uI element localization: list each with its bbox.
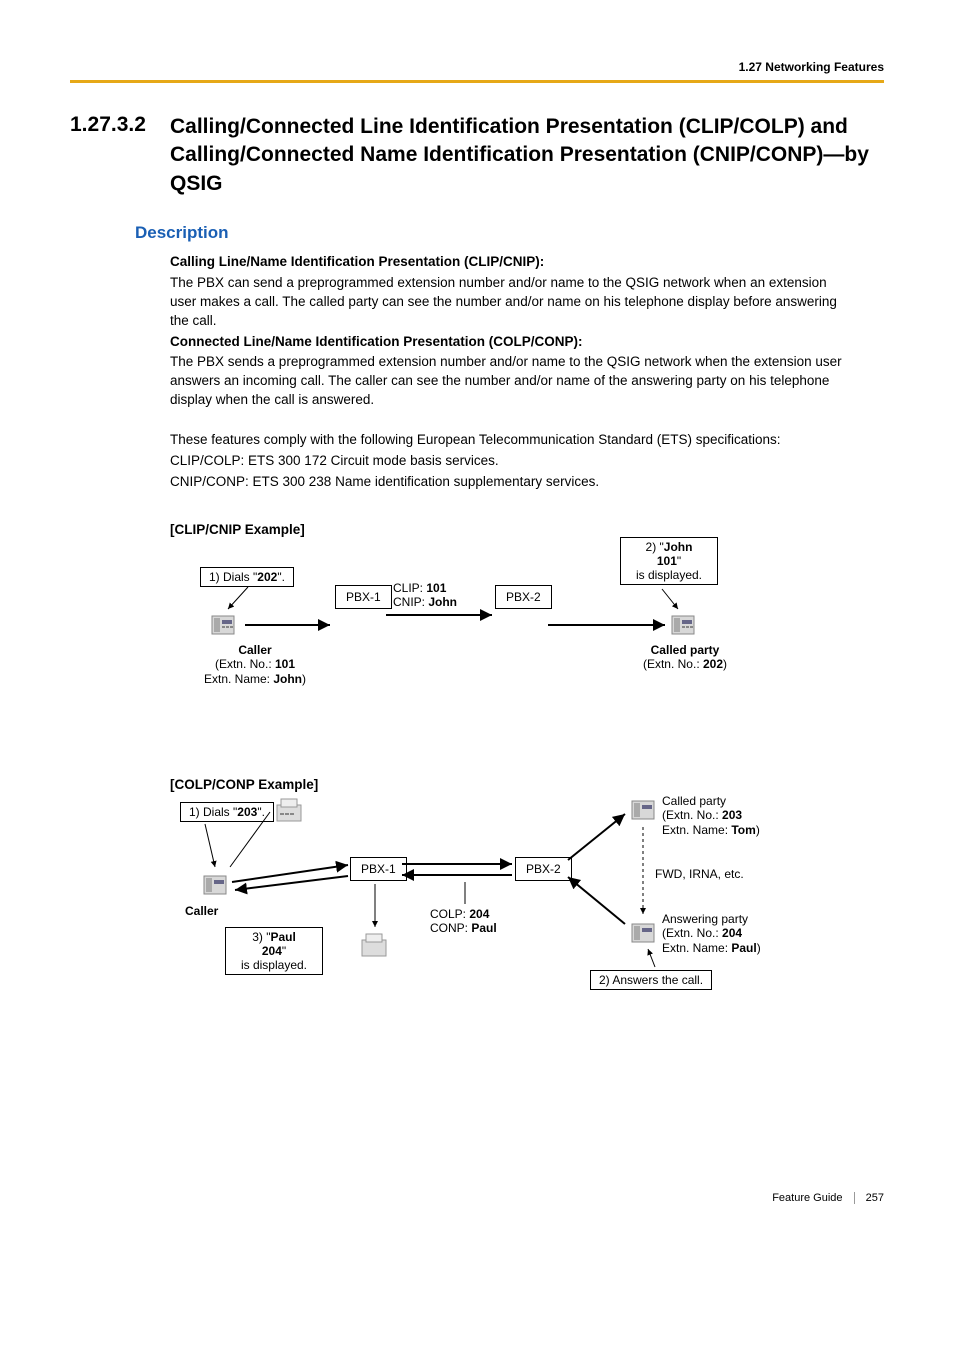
caller-label-2: Caller bbox=[185, 904, 245, 918]
answering-label: Answering party (Extn. No.: 204 Extn. Na… bbox=[662, 912, 802, 955]
description-heading: Description bbox=[135, 223, 884, 243]
footer-guide: Feature Guide bbox=[772, 1192, 842, 1204]
clip-cnip-diagram: 1) Dials "202". 2) "John 101" is display… bbox=[170, 547, 884, 747]
called-party-label-2: Called party (Extn. No.: 203 Extn. Name:… bbox=[662, 794, 802, 837]
spec2: CNIP/CONP: ETS 300 238 Name identificati… bbox=[170, 473, 850, 492]
colp-conp-diagram: 1) Dials "203". PBX-1 PBX-2 COLP: 204 CO… bbox=[170, 802, 884, 1032]
fwd-label: FWD, IRNA, etc. bbox=[655, 867, 744, 881]
step3-box: 3) "Paul 204" is displayed. bbox=[225, 927, 323, 975]
compliance-text: These features comply with the following… bbox=[170, 431, 850, 450]
clip-title: Calling Line/Name Identification Present… bbox=[170, 253, 850, 272]
page-footer: Feature Guide 257 bbox=[70, 1192, 884, 1204]
breadcrumb: 1.27 Networking Features bbox=[739, 60, 884, 74]
step2-box-2: 2) Answers the call. bbox=[590, 970, 712, 990]
footer-page: 257 bbox=[866, 1192, 884, 1204]
example1-heading: [CLIP/CNIP Example] bbox=[170, 522, 884, 537]
example2-heading: [COLP/CONP Example] bbox=[170, 777, 884, 792]
colp-title: Connected Line/Name Identification Prese… bbox=[170, 333, 850, 352]
section-number: 1.27.3.2 bbox=[70, 113, 170, 137]
clip-text: The PBX can send a preprogrammed extensi… bbox=[170, 274, 850, 331]
footer-separator bbox=[854, 1192, 855, 1204]
page-header: 1.27 Networking Features bbox=[70, 60, 884, 83]
spec1: CLIP/COLP: ETS 300 172 Circuit mode basi… bbox=[170, 452, 850, 471]
called-label: Called party (Extn. No.: 202) bbox=[620, 643, 750, 672]
section-title: Calling/Connected Line Identification Pr… bbox=[170, 113, 884, 198]
description-body: Calling Line/Name Identification Present… bbox=[170, 253, 850, 492]
colp-text: The PBX sends a preprogrammed extension … bbox=[170, 353, 850, 410]
section-heading-row: 1.27.3.2 Calling/Connected Line Identifi… bbox=[70, 113, 884, 198]
caller-label: Caller (Extn. No.: 101 Extn. Name: John) bbox=[190, 643, 320, 686]
